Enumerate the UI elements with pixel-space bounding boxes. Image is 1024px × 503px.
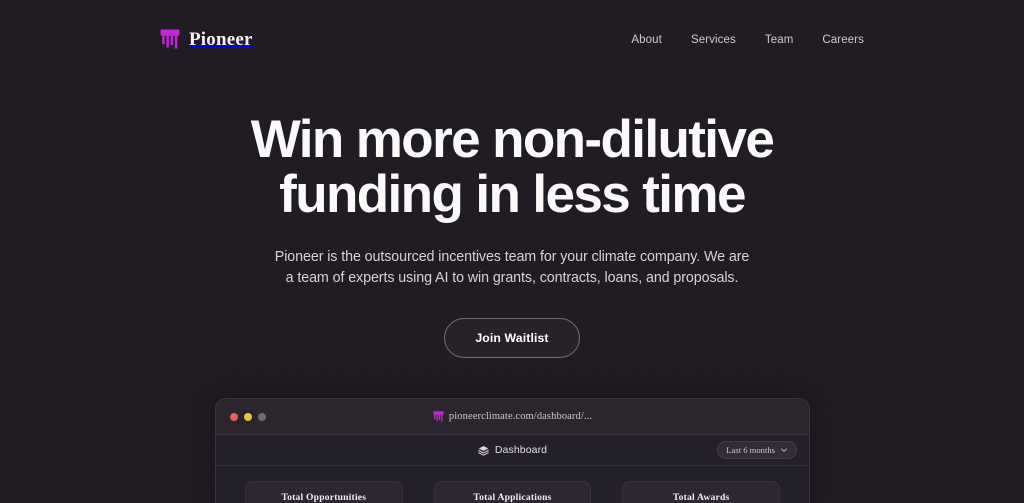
date-range-value: Last 6 months [726, 445, 775, 455]
subhead-line-1: Pioneer is the outsourced incentives tea… [274, 249, 750, 266]
maximize-window-dot[interactable] [258, 412, 266, 421]
browser-viewport: Dashboard Last 6 months Total Opportunit… [216, 434, 809, 503]
nav-link-services[interactable]: Services [691, 34, 736, 46]
brand-logo-link[interactable]: Pioneer [160, 29, 253, 51]
nav-links: About Services Team Careers [631, 34, 864, 46]
browser-title-bar: pioneerclimate.com/dashboard/... [216, 399, 809, 434]
address-bar-url: pioneerclimate.com/dashboard/... [448, 411, 593, 422]
stat-card-label: Total Applications [473, 492, 552, 503]
dashboard-header: Dashboard Last 6 months [216, 435, 809, 466]
nav-link-about[interactable]: About [631, 34, 662, 46]
cta-container: Join Waitlist [0, 317, 1024, 358]
close-window-dot[interactable] [230, 412, 238, 421]
layers-icon [478, 445, 489, 456]
top-navigation: Pioneer About Services Team Careers [0, 0, 1024, 80]
join-waitlist-button[interactable]: Join Waitlist [444, 317, 580, 358]
stat-card-label: Total Awards [672, 492, 730, 503]
nav-link-team[interactable]: Team [765, 34, 794, 46]
stat-card-total-applications[interactable]: Total Applications [433, 481, 592, 503]
chevron-down-icon [781, 448, 787, 452]
subhead-line-2: a team of experts using AI to win grants… [285, 269, 739, 286]
address-bar[interactable]: pioneerclimate.com/dashboard/... [216, 410, 809, 423]
minimize-window-dot[interactable] [244, 412, 252, 421]
stat-card-label: Total Opportunities [281, 492, 367, 503]
headline-line-2: funding in less time [279, 165, 746, 225]
date-range-dropdown[interactable]: Last 6 months [717, 441, 797, 459]
page-title: Win more non-dilutive funding in less ti… [182, 112, 842, 222]
headline-line-1: Win more non-dilutive [250, 110, 775, 169]
dashboard-title-group: Dashboard [478, 444, 547, 456]
stat-card-total-awards[interactable]: Total Awards [622, 481, 781, 503]
stat-card-total-opportunities[interactable]: Total Opportunities [245, 481, 403, 503]
dashboard-title: Dashboard [494, 444, 548, 456]
stat-card-row: Total Opportunities Total Applications T… [216, 466, 809, 503]
hero-subheading: Pioneer is the outsourced incentives tea… [232, 247, 792, 288]
pillar-logo-icon [160, 29, 180, 49]
browser-mockup: pioneerclimate.com/dashboard/... Dashboa… [215, 398, 810, 503]
pillar-logo-icon [433, 410, 444, 422]
brand-name: Pioneer [189, 29, 253, 50]
traffic-lights [230, 412, 266, 421]
nav-link-careers[interactable]: Careers [822, 34, 864, 46]
hero-section: Win more non-dilutive funding in less ti… [0, 112, 1024, 358]
page-root: Pioneer About Services Team Careers Win … [0, 0, 1024, 503]
